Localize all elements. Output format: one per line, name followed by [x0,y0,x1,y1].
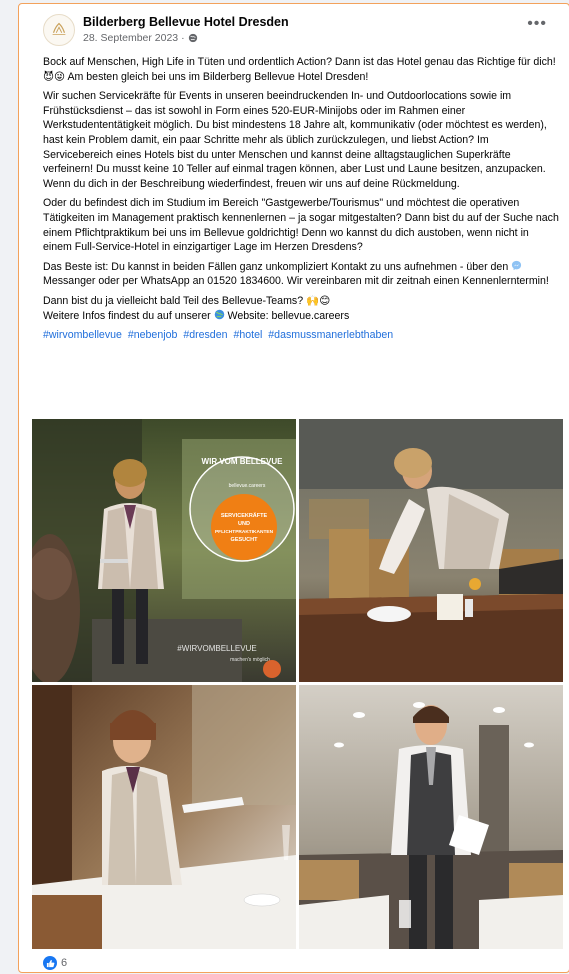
hashtag-link[interactable]: #dasmussmanerlebthaben [268,329,393,341]
paragraph-praktikum: Oder du befindest dich im Studium im Ber… [43,197,559,254]
hashtag-link[interactable]: #wirvombellevue [43,329,122,341]
post-card: Bilderberg Bellevue Hotel Dresden 28. Se… [18,3,569,973]
photo-3-image [32,685,296,949]
watermark-text: #WIRVOMBELLEVUE [177,644,256,653]
watermark-sub-text: machen's möglich [230,657,270,663]
badge-top-text: WIR VOM BELLEVUE [202,457,284,466]
hashtag-link[interactable]: #hotel [233,329,262,341]
photo-waitress-setting-table[interactable] [32,685,296,949]
badge-small-text: bellevue.careers [229,483,266,489]
reactions-bar[interactable]: 6 [43,956,67,970]
closing-line-1: Dann bist du ja vielleicht bald Teil des… [43,294,331,307]
contact-text-1: Das Beste ist: Du kannst in beiden Fälle… [43,260,509,273]
post-date[interactable]: 28. September 2023 [83,32,178,44]
meta-separator: · [181,32,185,44]
post-header: Bilderberg Bellevue Hotel Dresden 28. Se… [43,12,555,48]
more-options-button[interactable]: ••• [527,16,547,32]
photo-waiter-standing[interactable] [299,685,563,949]
photo-waitress-cleaning-table[interactable] [299,419,563,682]
reaction-count: 6 [61,957,68,969]
hashtag-list: #wirvombellevue #nebenjob #dresden #hote… [43,328,559,343]
badge-line-1: SERVICEKRÄFTE [221,512,268,519]
page-name-link[interactable]: Bilderberg Bellevue Hotel Dresden [83,15,289,29]
globe-icon [188,33,197,43]
photo-1-image: WIR VOM BELLEVUE bellevue.careers SERVIC… [32,419,296,682]
paragraph-contact: Das Beste ist: Du kannst in beiden Fälle… [43,260,559,289]
hotel-logo-icon [52,22,66,35]
hashtag-link[interactable]: #dresden [183,329,227,341]
messenger-icon [512,260,522,270]
photo-4-image [299,685,563,949]
badge-line-3: PFLICHTPRAKTIKANTEN [215,529,274,535]
globe-emoji-icon [214,309,224,319]
post-meta: 28. September 2023 · [83,32,198,44]
paragraph-closing: Dann bist du ja vielleicht bald Teil des… [43,294,559,323]
like-icon [43,956,57,970]
hashtag-link[interactable]: #nebenjob [128,329,178,341]
photo-2-image [299,419,563,682]
page-avatar[interactable] [43,14,75,46]
contact-text-2: Messanger oder per WhatsApp an 01520 183… [43,275,549,288]
website-link[interactable]: Website: bellevue.careers [228,310,350,322]
paragraph-servicekraefte: Wir suchen Servicekräfte für Events in u… [43,90,547,190]
closing-line-2-prefix: Weitere Infos findest du auf unserer [43,309,211,322]
photo-grid: WIR VOM BELLEVUE bellevue.careers SERVIC… [32,419,563,949]
photo-waitress-walking[interactable]: WIR VOM BELLEVUE bellevue.careers SERVIC… [32,419,296,682]
badge-line-2: UND [238,521,250,527]
post-text: Bock auf Menschen, High Life in Tüten un… [43,55,559,348]
badge-line-4: GESUCHT [231,537,259,543]
paragraph-intro: Bock auf Menschen, High Life in Tüten un… [43,56,556,83]
